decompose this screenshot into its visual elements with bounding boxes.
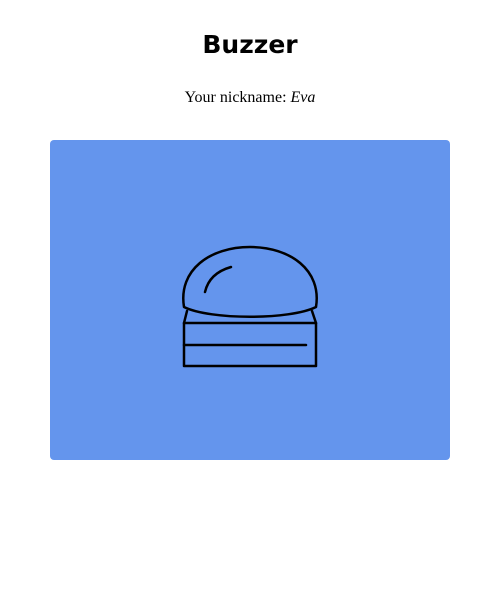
nickname-line: Your nickname: Eva xyxy=(0,88,500,108)
buzzer-skirt-right xyxy=(310,309,318,325)
nickname-value: Eva xyxy=(290,89,316,106)
buzzer-dome xyxy=(182,245,318,318)
nickname-label: Your nickname: xyxy=(184,89,291,106)
buzzer-highlight xyxy=(203,265,233,294)
page-title: Buzzer xyxy=(202,30,298,59)
buzzer-skirt-left xyxy=(182,309,189,325)
buzzer-page: Buzzer Your nickname: Eva xyxy=(0,0,500,600)
buzzer-button[interactable] xyxy=(50,140,450,460)
buzzer-icon xyxy=(182,245,318,368)
